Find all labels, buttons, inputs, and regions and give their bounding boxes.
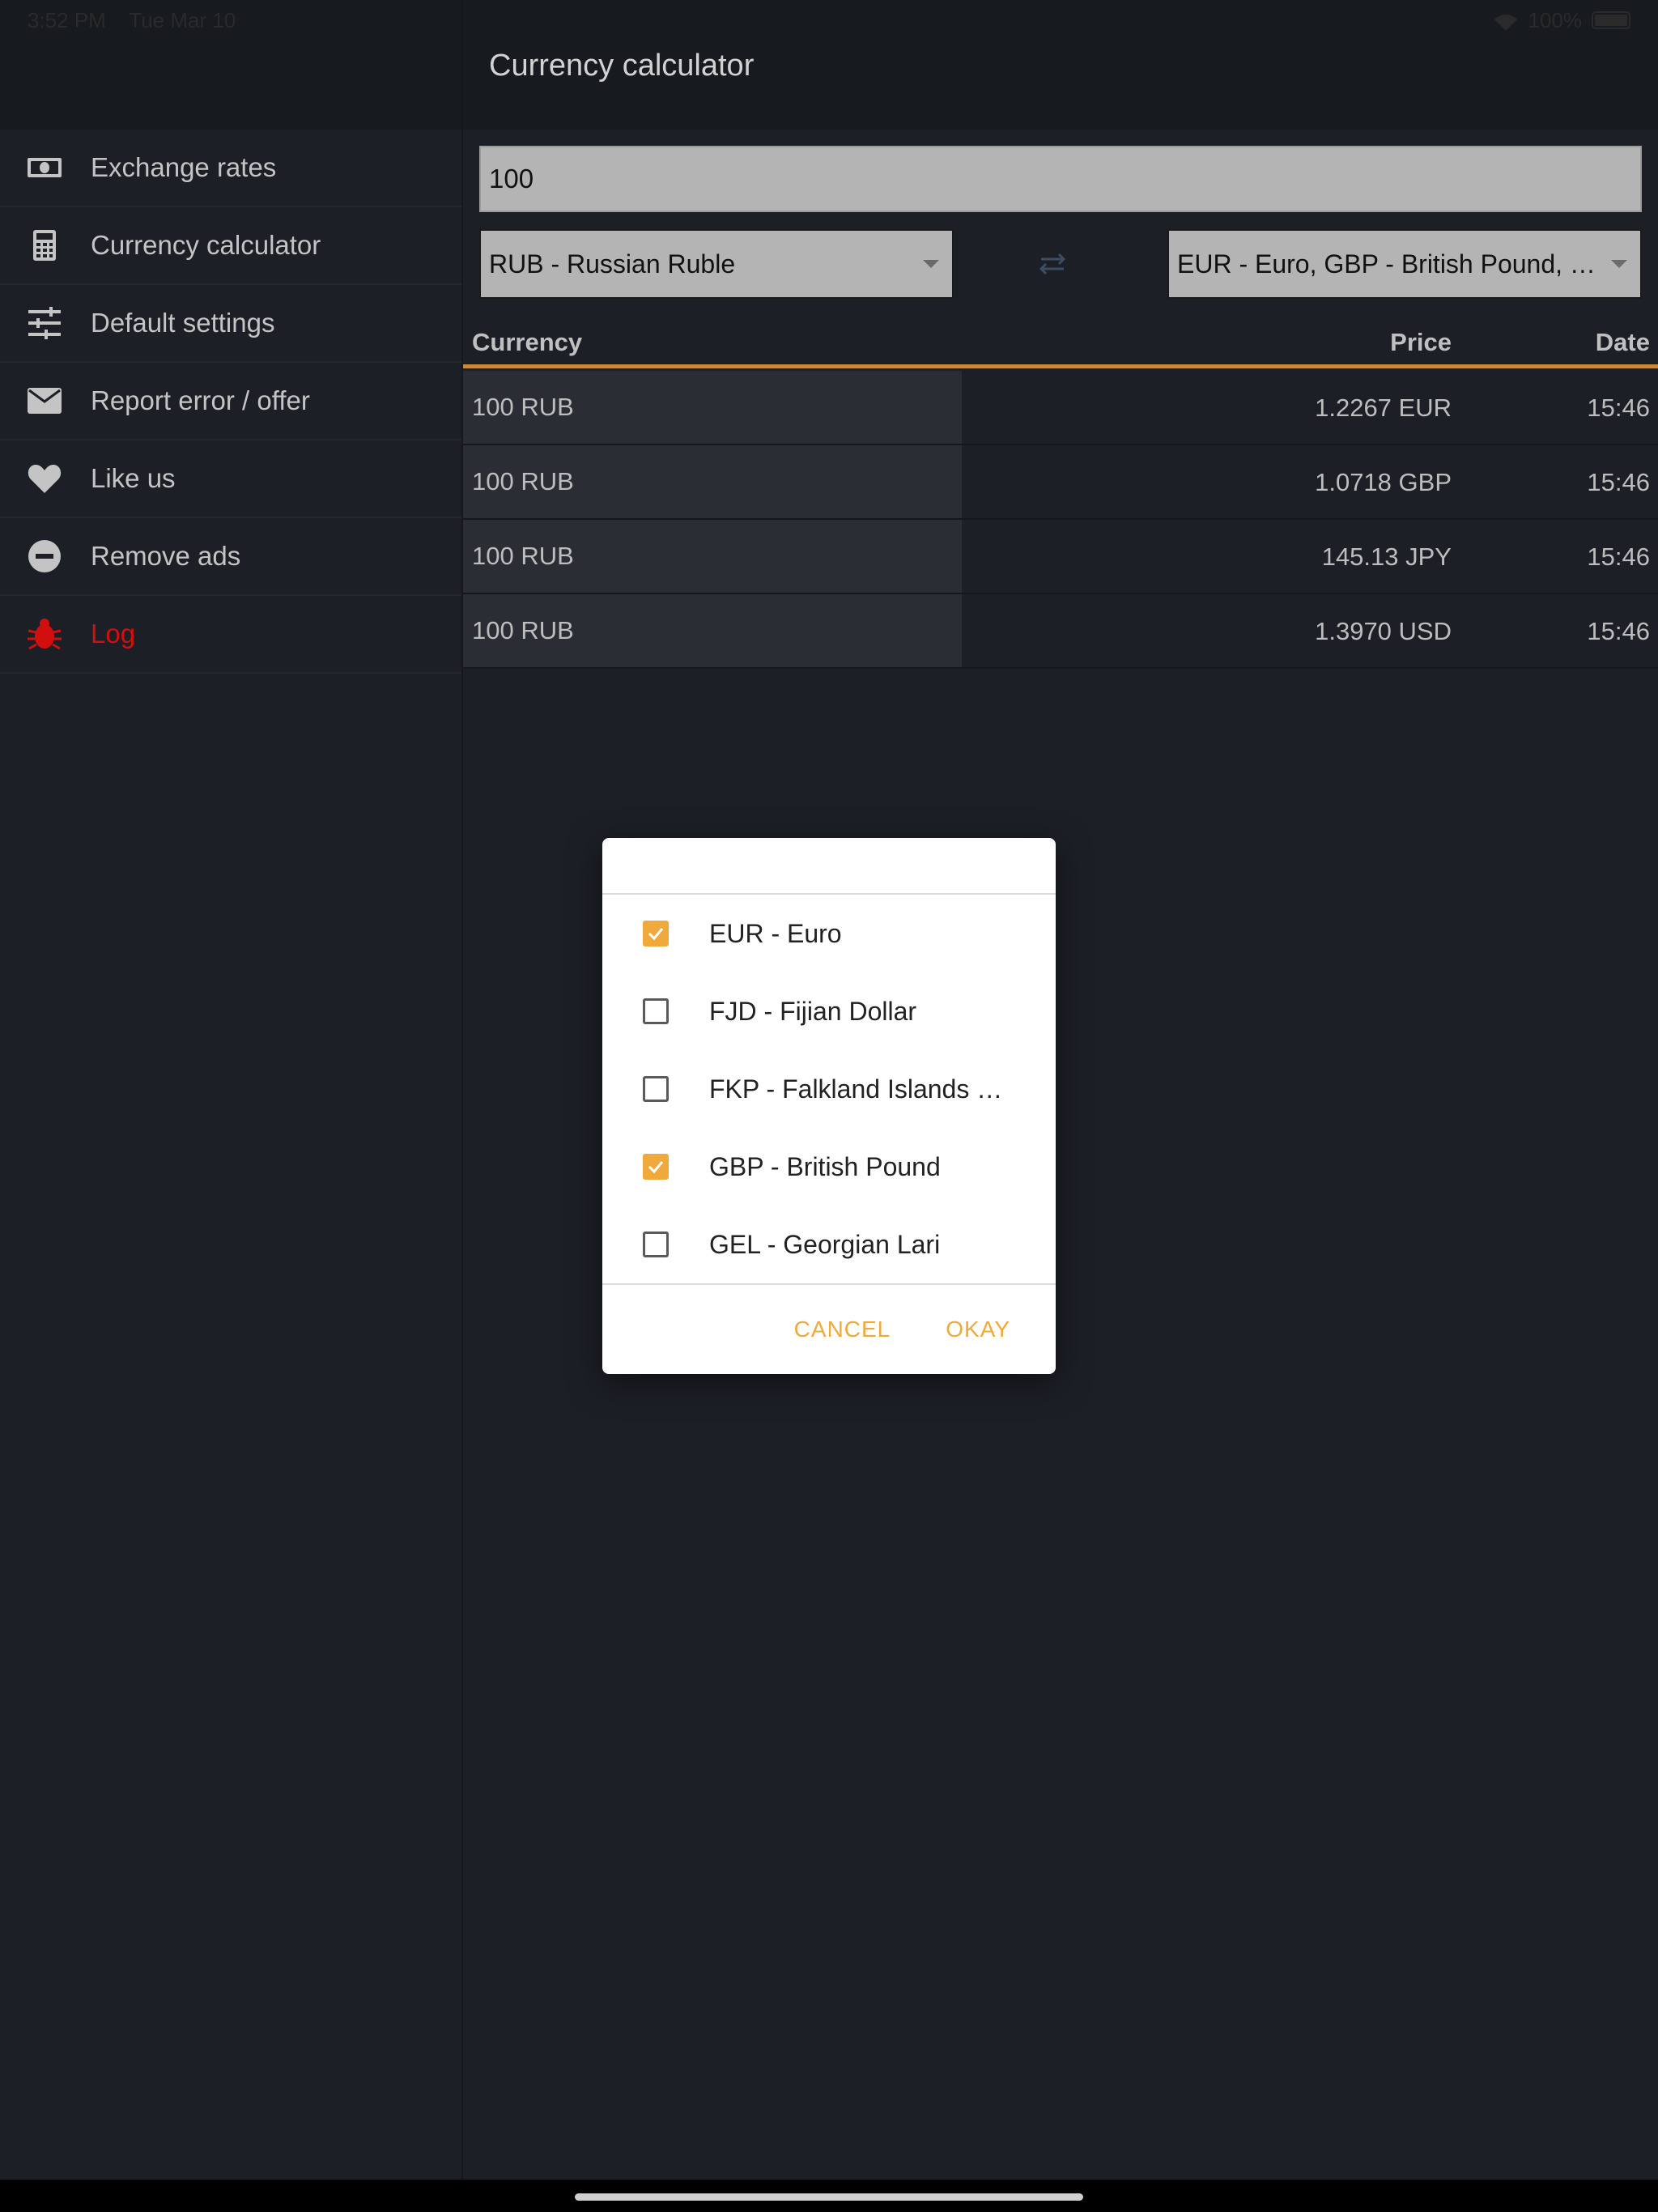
dialog-option-eur[interactable]: EUR - Euro xyxy=(602,895,1056,972)
modal-overlay: EUR - Euro FJD - Fijian Dollar FKP - Fal… xyxy=(0,0,1658,2212)
checkbox-unchecked[interactable] xyxy=(643,998,669,1024)
checkbox-checked[interactable] xyxy=(643,921,669,946)
option-label: FJD - Fijian Dollar xyxy=(709,996,917,1026)
checkmark-icon xyxy=(648,1161,664,1174)
checkbox-unchecked[interactable] xyxy=(643,1231,669,1257)
checkbox-unchecked[interactable] xyxy=(643,1076,669,1102)
option-label: FKP - Falkland Islands … xyxy=(709,1074,1003,1104)
currency-select-dialog: EUR - Euro FJD - Fijian Dollar FKP - Fal… xyxy=(602,838,1056,1374)
dialog-currency-list: EUR - Euro FJD - Fijian Dollar FKP - Fal… xyxy=(602,895,1056,1283)
dialog-option-gel[interactable]: GEL - Georgian Lari xyxy=(602,1206,1056,1283)
option-label: EUR - Euro xyxy=(709,918,842,948)
dialog-header xyxy=(602,838,1056,895)
option-label: GEL - Georgian Lari xyxy=(709,1229,941,1259)
checkbox-checked[interactable] xyxy=(643,1154,669,1180)
dialog-option-fkp[interactable]: FKP - Falkland Islands … xyxy=(602,1050,1056,1128)
dialog-option-fjd[interactable]: FJD - Fijian Dollar xyxy=(602,972,1056,1050)
option-label: GBP - British Pound xyxy=(709,1151,941,1181)
dialog-footer: CANCEL OKAY xyxy=(602,1283,1056,1374)
okay-button[interactable]: OKAY xyxy=(941,1316,1015,1343)
cancel-button[interactable]: CANCEL xyxy=(789,1316,896,1343)
checkmark-icon xyxy=(648,928,664,941)
home-indicator[interactable] xyxy=(575,2193,1083,2201)
dialog-option-gbp[interactable]: GBP - British Pound xyxy=(602,1128,1056,1206)
